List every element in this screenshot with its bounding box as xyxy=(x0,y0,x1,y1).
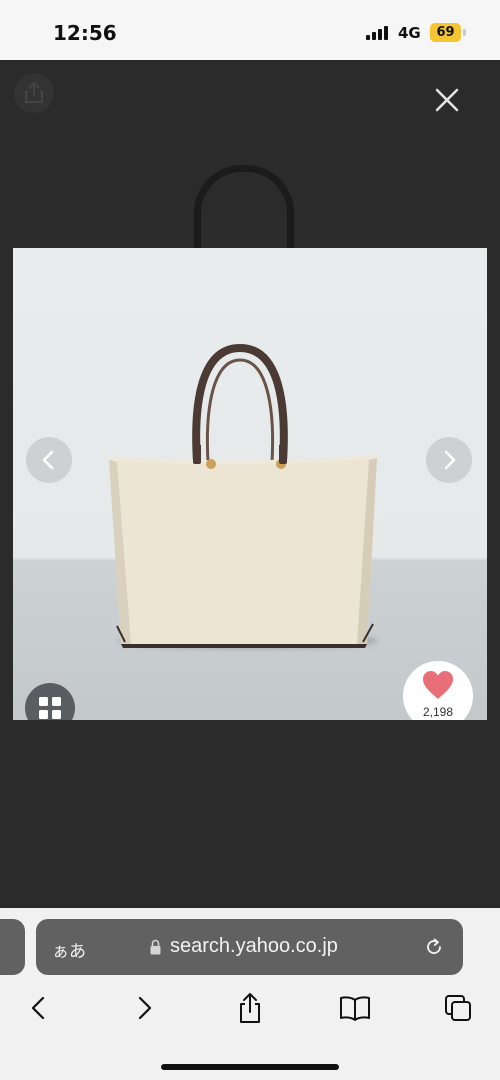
back-button[interactable] xyxy=(18,990,58,1026)
chevron-left-icon xyxy=(42,450,54,470)
next-image-button[interactable] xyxy=(426,437,472,483)
network-type: 4G xyxy=(398,24,421,42)
cellular-signal-icon xyxy=(366,26,392,40)
previous-tab-preview[interactable] xyxy=(0,919,25,975)
battery-tip xyxy=(463,29,466,36)
status-bar: 12:56 4G 69 xyxy=(0,0,500,60)
background-bag-handle xyxy=(194,165,294,255)
bookmarks-icon xyxy=(340,996,370,1021)
tabs-button[interactable] xyxy=(440,990,480,1026)
previous-image-button[interactable] xyxy=(26,437,72,483)
tote-bag-illustration xyxy=(109,343,377,648)
close-icon[interactable] xyxy=(425,78,469,122)
url-text: search.yahoo.co.jp xyxy=(170,935,338,957)
page: 12:56 4G 69 2,198 ぁあ search.yahoo.co.jp xyxy=(0,0,500,1080)
tabs-icon xyxy=(445,995,471,1021)
home-indicator xyxy=(161,1064,339,1070)
battery-level: 69 xyxy=(436,25,455,40)
chevron-right-icon xyxy=(444,450,456,470)
text-size-button[interactable]: ぁあ xyxy=(52,937,86,962)
address-bar[interactable]: ぁあ search.yahoo.co.jp xyxy=(36,919,463,975)
bookmarks-button[interactable] xyxy=(335,990,375,1026)
grid-icon xyxy=(39,697,61,719)
product-image[interactable]: 2,198 xyxy=(13,248,487,720)
share-button[interactable] xyxy=(230,990,270,1026)
share-icon xyxy=(240,993,260,1023)
reload-icon[interactable] xyxy=(422,935,446,959)
browser-chrome: ぁあ search.yahoo.co.jp xyxy=(0,908,500,1080)
lock-icon xyxy=(150,939,161,955)
battery-icon: 69 xyxy=(430,23,461,42)
like-count: 2,198 xyxy=(422,705,454,719)
share-icon[interactable] xyxy=(14,73,54,113)
grid-view-button[interactable] xyxy=(25,683,75,720)
forward-icon xyxy=(138,996,152,1020)
forward-button[interactable] xyxy=(125,990,165,1026)
heart-icon xyxy=(423,671,453,699)
like-button[interactable]: 2,198 xyxy=(403,661,473,720)
status-time: 12:56 xyxy=(53,21,117,45)
back-icon xyxy=(31,996,45,1020)
